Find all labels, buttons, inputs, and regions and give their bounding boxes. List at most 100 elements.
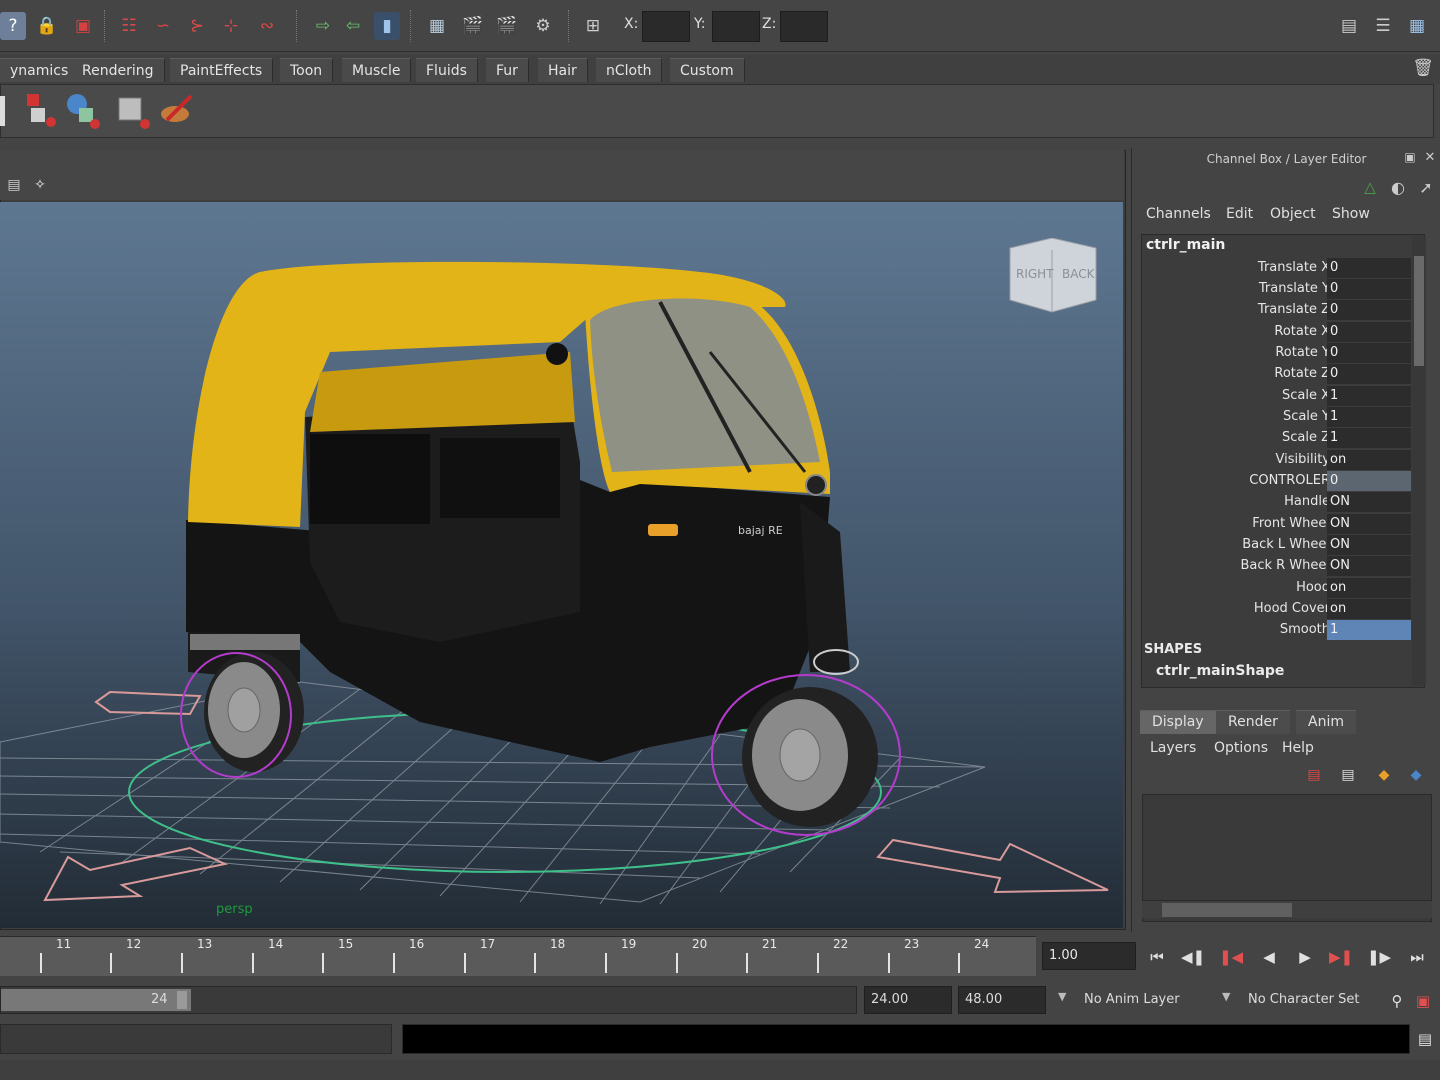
move-layer-up-icon[interactable]: ▤ [1302, 764, 1326, 786]
snap-live-icon[interactable]: ∾ [254, 12, 280, 40]
render-view-icon[interactable]: ▦ [424, 12, 450, 40]
output-ops-icon[interactable]: ⇦ [340, 12, 366, 40]
channel-box-icon[interactable]: ▦ [1404, 12, 1430, 40]
channel-row[interactable]: Translate Y0 [1142, 278, 1426, 299]
coord-z-field[interactable] [780, 11, 828, 42]
snap-grid-icon[interactable]: ☷ [116, 12, 142, 40]
preferences-icon[interactable]: ▣ [1410, 990, 1436, 1012]
tool-settings-icon[interactable]: ☰ [1370, 12, 1396, 40]
shelf-tab-toon[interactable]: Toon [280, 58, 334, 82]
channel-row[interactable]: Visibility on [1142, 449, 1426, 470]
lock-icon[interactable]: 🔒 [34, 12, 60, 40]
character-set-dropdown[interactable]: No Character Set [1248, 992, 1359, 1007]
channel-value[interactable]: on [1327, 578, 1411, 598]
float-panel-icon[interactable]: ▣ [1402, 148, 1418, 166]
snap-curve-icon[interactable]: ∽ [150, 12, 176, 40]
play-forwards-icon[interactable]: ▶ [1292, 946, 1318, 968]
channel-value[interactable]: ON [1327, 535, 1411, 555]
channel-value[interactable]: 0 [1327, 258, 1411, 278]
channel-value[interactable]: 0 [1327, 279, 1411, 299]
channel-row[interactable]: Rotate X0 [1142, 321, 1426, 342]
ipr-render-icon[interactable]: 🎬 [494, 12, 520, 40]
shelf-tab-dynamics[interactable]: ynamics [0, 58, 80, 82]
channel-value[interactable]: 0 [1327, 322, 1411, 342]
render-settings-icon[interactable]: ⚙ [530, 12, 556, 40]
step-forward-frame-icon[interactable]: ❚▶ [1366, 946, 1392, 968]
isolate-select-icon[interactable]: ✧ [30, 174, 50, 196]
move-layer-down-icon[interactable]: ▤ [1336, 764, 1360, 786]
snap-view-plane-icon[interactable]: ⊹ [218, 12, 244, 40]
menu-options[interactable]: Options [1214, 740, 1268, 756]
input-ops-icon[interactable]: ⇨ [310, 12, 336, 40]
layer-scrollbar[interactable] [1142, 900, 1432, 918]
channel-row[interactable]: Front Wheel ON [1142, 513, 1426, 534]
channel-scrollbar[interactable] [1412, 236, 1426, 686]
construction-history-icon[interactable]: ▮ [374, 12, 400, 40]
shelf-tab-rendering[interactable]: Rendering [72, 58, 165, 82]
play-backwards-icon[interactable]: ◀ [1256, 946, 1282, 968]
shelf-tab-hair[interactable]: Hair [538, 58, 588, 82]
current-time-field[interactable]: 1.00 [1042, 942, 1136, 970]
go-to-start-icon[interactable]: ⏮ [1144, 946, 1170, 968]
anim-end-field[interactable]: 48.00 [958, 986, 1046, 1014]
channel-value[interactable]: 1 [1327, 620, 1411, 640]
channel-value[interactable]: 0 [1327, 471, 1411, 491]
shape-node-name[interactable]: ctrlr_mainShape [1156, 663, 1284, 679]
attribute-editor-toggle-icon[interactable]: ◐ [1386, 176, 1410, 198]
select-hierarchy-icon[interactable]: ▣ [70, 12, 96, 40]
make-collide-icon[interactable] [113, 90, 153, 132]
shelf-tab-fur[interactable]: Fur [486, 58, 529, 82]
camera-attributes-icon[interactable]: ▤ [4, 174, 24, 196]
channel-value[interactable]: ON [1327, 492, 1411, 512]
channel-row[interactable]: Smooth 1 [1142, 619, 1426, 640]
create-emitter-icon[interactable] [21, 90, 61, 132]
channel-value[interactable]: 1 [1327, 386, 1411, 406]
range-slider[interactable]: 24 [0, 986, 857, 1014]
chevron-down-icon[interactable]: ▼ [1222, 990, 1230, 1003]
step-forward-key-icon[interactable]: ▶❚ [1328, 946, 1354, 968]
channel-row[interactable]: Hood Cover on [1142, 598, 1426, 619]
script-editor-icon[interactable]: ▤ [1412, 1028, 1438, 1050]
channel-row[interactable]: CONTROLER 0 [1142, 470, 1426, 491]
menu-edit[interactable]: Edit [1226, 206, 1253, 222]
render-frame-icon[interactable]: 🎬 [460, 12, 486, 40]
channel-row[interactable]: Scale Z1 [1142, 427, 1426, 448]
transform-mode-icon[interactable]: ⊞ [580, 12, 606, 40]
playback-end-field[interactable]: 24.00 [864, 986, 952, 1014]
command-input[interactable] [0, 1024, 392, 1054]
channel-row[interactable]: Rotate Z0 [1142, 363, 1426, 384]
shelf-tab-ncloth[interactable]: nCloth [596, 58, 663, 82]
shelf-tab-painteffects[interactable]: PaintEffects [170, 58, 274, 82]
coord-y-field[interactable] [712, 11, 760, 42]
trash-icon[interactable]: 🗑 [1410, 54, 1436, 82]
anim-layer-dropdown[interactable]: No Anim Layer [1084, 992, 1180, 1007]
channel-row[interactable]: Back L Wheel ON [1142, 534, 1426, 555]
auto-key-icon[interactable]: ⚲ [1384, 990, 1410, 1012]
new-layer-selected-icon[interactable]: ◆ [1404, 764, 1428, 786]
menu-show[interactable]: Show [1332, 206, 1370, 222]
tab-display[interactable]: Display [1140, 710, 1216, 734]
menu-object[interactable]: Object [1270, 206, 1316, 222]
time-slider[interactable]: 11 12 13 14 15 16 17 18 19 20 21 22 23 2… [0, 936, 1036, 976]
channel-row[interactable]: Hood on [1142, 577, 1426, 598]
menu-help[interactable]: Help [1282, 740, 1314, 756]
go-to-end-icon[interactable]: ⏭ [1404, 946, 1430, 968]
channel-value[interactable]: 0 [1327, 343, 1411, 363]
channel-row[interactable]: Rotate Y0 [1142, 342, 1426, 363]
chevron-down-icon[interactable]: ▼ [1058, 990, 1066, 1003]
menu-channels[interactable]: Channels [1146, 206, 1211, 222]
channel-row[interactable]: Translate Z0 [1142, 299, 1426, 320]
tab-anim[interactable]: Anim [1296, 710, 1356, 734]
step-back-frame-icon[interactable]: ◀❚ [1180, 946, 1206, 968]
particle-collide-icon[interactable] [63, 90, 103, 132]
channel-box-mode-icon[interactable]: △ [1358, 176, 1382, 198]
channel-row[interactable]: Translate X0 [1142, 257, 1426, 278]
coord-x-field[interactable] [642, 11, 690, 42]
tool-settings-toggle-icon[interactable]: ➚ [1414, 176, 1438, 198]
step-back-key-icon[interactable]: ❚◀ [1218, 946, 1244, 968]
channel-value[interactable]: on [1327, 599, 1411, 619]
view-cube[interactable]: RIGHT BACK [1006, 238, 1098, 318]
channel-row[interactable]: Handle ON [1142, 491, 1426, 512]
snap-point-icon[interactable]: ⊱ [184, 12, 210, 40]
help-icon[interactable]: ? [0, 12, 26, 40]
